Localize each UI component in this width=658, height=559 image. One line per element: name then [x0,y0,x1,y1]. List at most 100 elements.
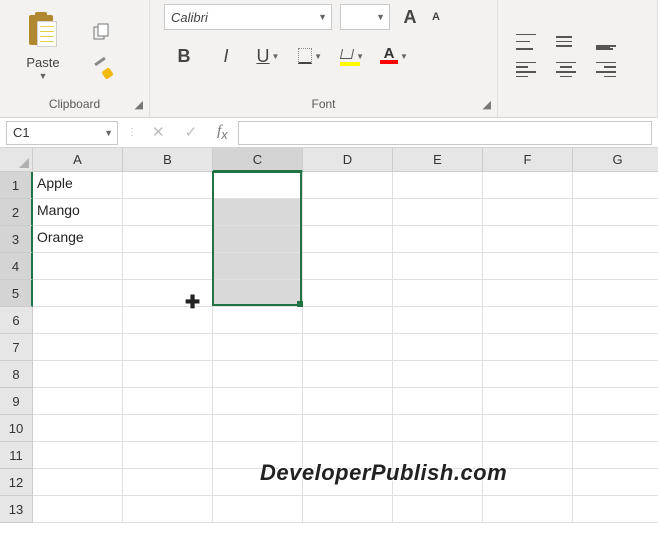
cell-A1[interactable]: Apple [33,172,123,199]
column-header-D[interactable]: D [303,148,393,172]
cell-B11[interactable] [123,442,213,469]
insert-function-button[interactable]: fx [217,123,227,142]
cell-G6[interactable] [573,307,658,334]
cell-C6[interactable] [213,307,303,334]
cell-A9[interactable] [33,388,123,415]
cell-F8[interactable] [483,361,573,388]
chevron-down-icon[interactable]: ▼ [318,12,327,22]
paste-button[interactable]: Paste ▼ [8,7,78,87]
cell-F5[interactable] [483,280,573,307]
row-header-4[interactable]: 4 [0,253,33,280]
chevron-down-icon[interactable]: ▼ [356,52,364,61]
align-top-button[interactable] [516,34,536,50]
row-header-13[interactable]: 13 [0,496,33,523]
chevron-down-icon[interactable]: ▼ [39,71,48,81]
cell-G8[interactable] [573,361,658,388]
cell-G11[interactable] [573,442,658,469]
cell-A7[interactable] [33,334,123,361]
grow-font-button[interactable]: A [398,5,422,29]
cell-B13[interactable] [123,496,213,523]
row-header-2[interactable]: 2 [0,199,33,226]
cell-C7[interactable] [213,334,303,361]
cell-F9[interactable] [483,388,573,415]
cell-A11[interactable] [33,442,123,469]
cell-E6[interactable] [393,307,483,334]
copy-button[interactable] [88,20,116,44]
row-header-9[interactable]: 9 [0,388,33,415]
cell-D3[interactable] [303,226,393,253]
cell-D9[interactable] [303,388,393,415]
cell-G3[interactable] [573,226,658,253]
align-right-button[interactable] [596,62,616,78]
cell-E4[interactable] [393,253,483,280]
row-header-10[interactable]: 10 [0,415,33,442]
cell-G7[interactable] [573,334,658,361]
cell-C8[interactable] [213,361,303,388]
cell-B8[interactable] [123,361,213,388]
column-header-G[interactable]: G [573,148,658,172]
cell-E5[interactable] [393,280,483,307]
cell-G10[interactable] [573,415,658,442]
cell-F1[interactable] [483,172,573,199]
cell-A12[interactable] [33,469,123,496]
cell-A3[interactable]: Orange [33,226,123,253]
row-header-12[interactable]: 12 [0,469,33,496]
cell-B12[interactable] [123,469,213,496]
cell-G12[interactable] [573,469,658,496]
row-header-1[interactable]: 1 [0,172,33,199]
row-header-3[interactable]: 3 [0,226,33,253]
cell-D1[interactable] [303,172,393,199]
cell-C2[interactable] [213,199,303,226]
cell-F4[interactable] [483,253,573,280]
cell-E2[interactable] [393,199,483,226]
cell-E7[interactable] [393,334,483,361]
clipboard-dialog-launcher[interactable]: ◢ [135,98,143,111]
column-header-F[interactable]: F [483,148,573,172]
cell-G1[interactable] [573,172,658,199]
cell-D6[interactable] [303,307,393,334]
row-header-7[interactable]: 7 [0,334,33,361]
chevron-down-icon[interactable]: ▼ [272,52,280,61]
cell-A5[interactable] [33,280,123,307]
underline-button[interactable]: U▼ [256,44,280,68]
align-bottom-button[interactable] [596,34,616,50]
borders-button[interactable]: ▼ [298,44,322,68]
cell-F13[interactable] [483,496,573,523]
cell-F2[interactable] [483,199,573,226]
row-header-6[interactable]: 6 [0,307,33,334]
cell-B4[interactable] [123,253,213,280]
format-painter-button[interactable] [88,56,116,80]
cell-C10[interactable] [213,415,303,442]
row-header-8[interactable]: 8 [0,361,33,388]
cell-E10[interactable] [393,415,483,442]
cell-D13[interactable] [303,496,393,523]
cell-D7[interactable] [303,334,393,361]
cell-C5[interactable] [213,280,303,307]
cell-F3[interactable] [483,226,573,253]
cell-D2[interactable] [303,199,393,226]
name-box[interactable]: C1 ▼ [6,121,118,145]
cell-G2[interactable] [573,199,658,226]
column-header-E[interactable]: E [393,148,483,172]
italic-button[interactable]: I [214,44,238,68]
cell-C4[interactable] [213,253,303,280]
cell-D8[interactable] [303,361,393,388]
cell-C9[interactable] [213,388,303,415]
cell-F10[interactable] [483,415,573,442]
cell-G4[interactable] [573,253,658,280]
cell-C1[interactable] [213,172,303,199]
cell-E3[interactable] [393,226,483,253]
cell-E13[interactable] [393,496,483,523]
font-color-button[interactable]: A▼ [382,44,406,68]
cell-A13[interactable] [33,496,123,523]
cell-A4[interactable] [33,253,123,280]
row-header-5[interactable]: 5 [0,280,33,307]
resize-handle[interactable]: ⋮ [128,127,136,138]
cell-B2[interactable] [123,199,213,226]
chevron-down-icon[interactable]: ▼ [376,12,385,22]
cell-F7[interactable] [483,334,573,361]
font-size-combo[interactable]: ▼ [340,4,390,30]
cell-G9[interactable] [573,388,658,415]
cancel-formula-button[interactable]: ✕ [152,123,165,142]
enter-formula-button[interactable]: ✓ [185,123,198,142]
